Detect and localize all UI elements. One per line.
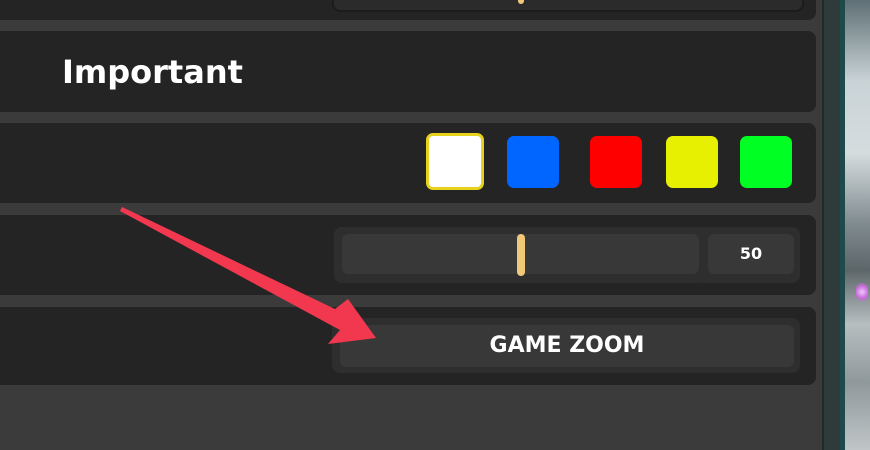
screen: Important 50 GAME ZOOM (0, 0, 870, 450)
game-object-glow (856, 283, 868, 301)
color-swatch-white[interactable] (426, 133, 484, 190)
game-zoom-button[interactable]: GAME ZOOM (340, 325, 794, 367)
slider-value-input[interactable]: 50 (708, 234, 794, 274)
color-swatch-yellow[interactable] (666, 136, 718, 188)
section-title: Important (62, 53, 243, 91)
color-swatch-green[interactable] (740, 136, 792, 188)
settings-panel: Important 50 GAME ZOOM (0, 0, 822, 450)
color-swatch-red[interactable] (590, 136, 642, 188)
game-viewport[interactable] (845, 0, 870, 450)
color-swatch-blue[interactable] (507, 136, 559, 188)
previous-slider-track[interactable] (332, 0, 804, 12)
slider-thumb[interactable] (517, 234, 525, 276)
